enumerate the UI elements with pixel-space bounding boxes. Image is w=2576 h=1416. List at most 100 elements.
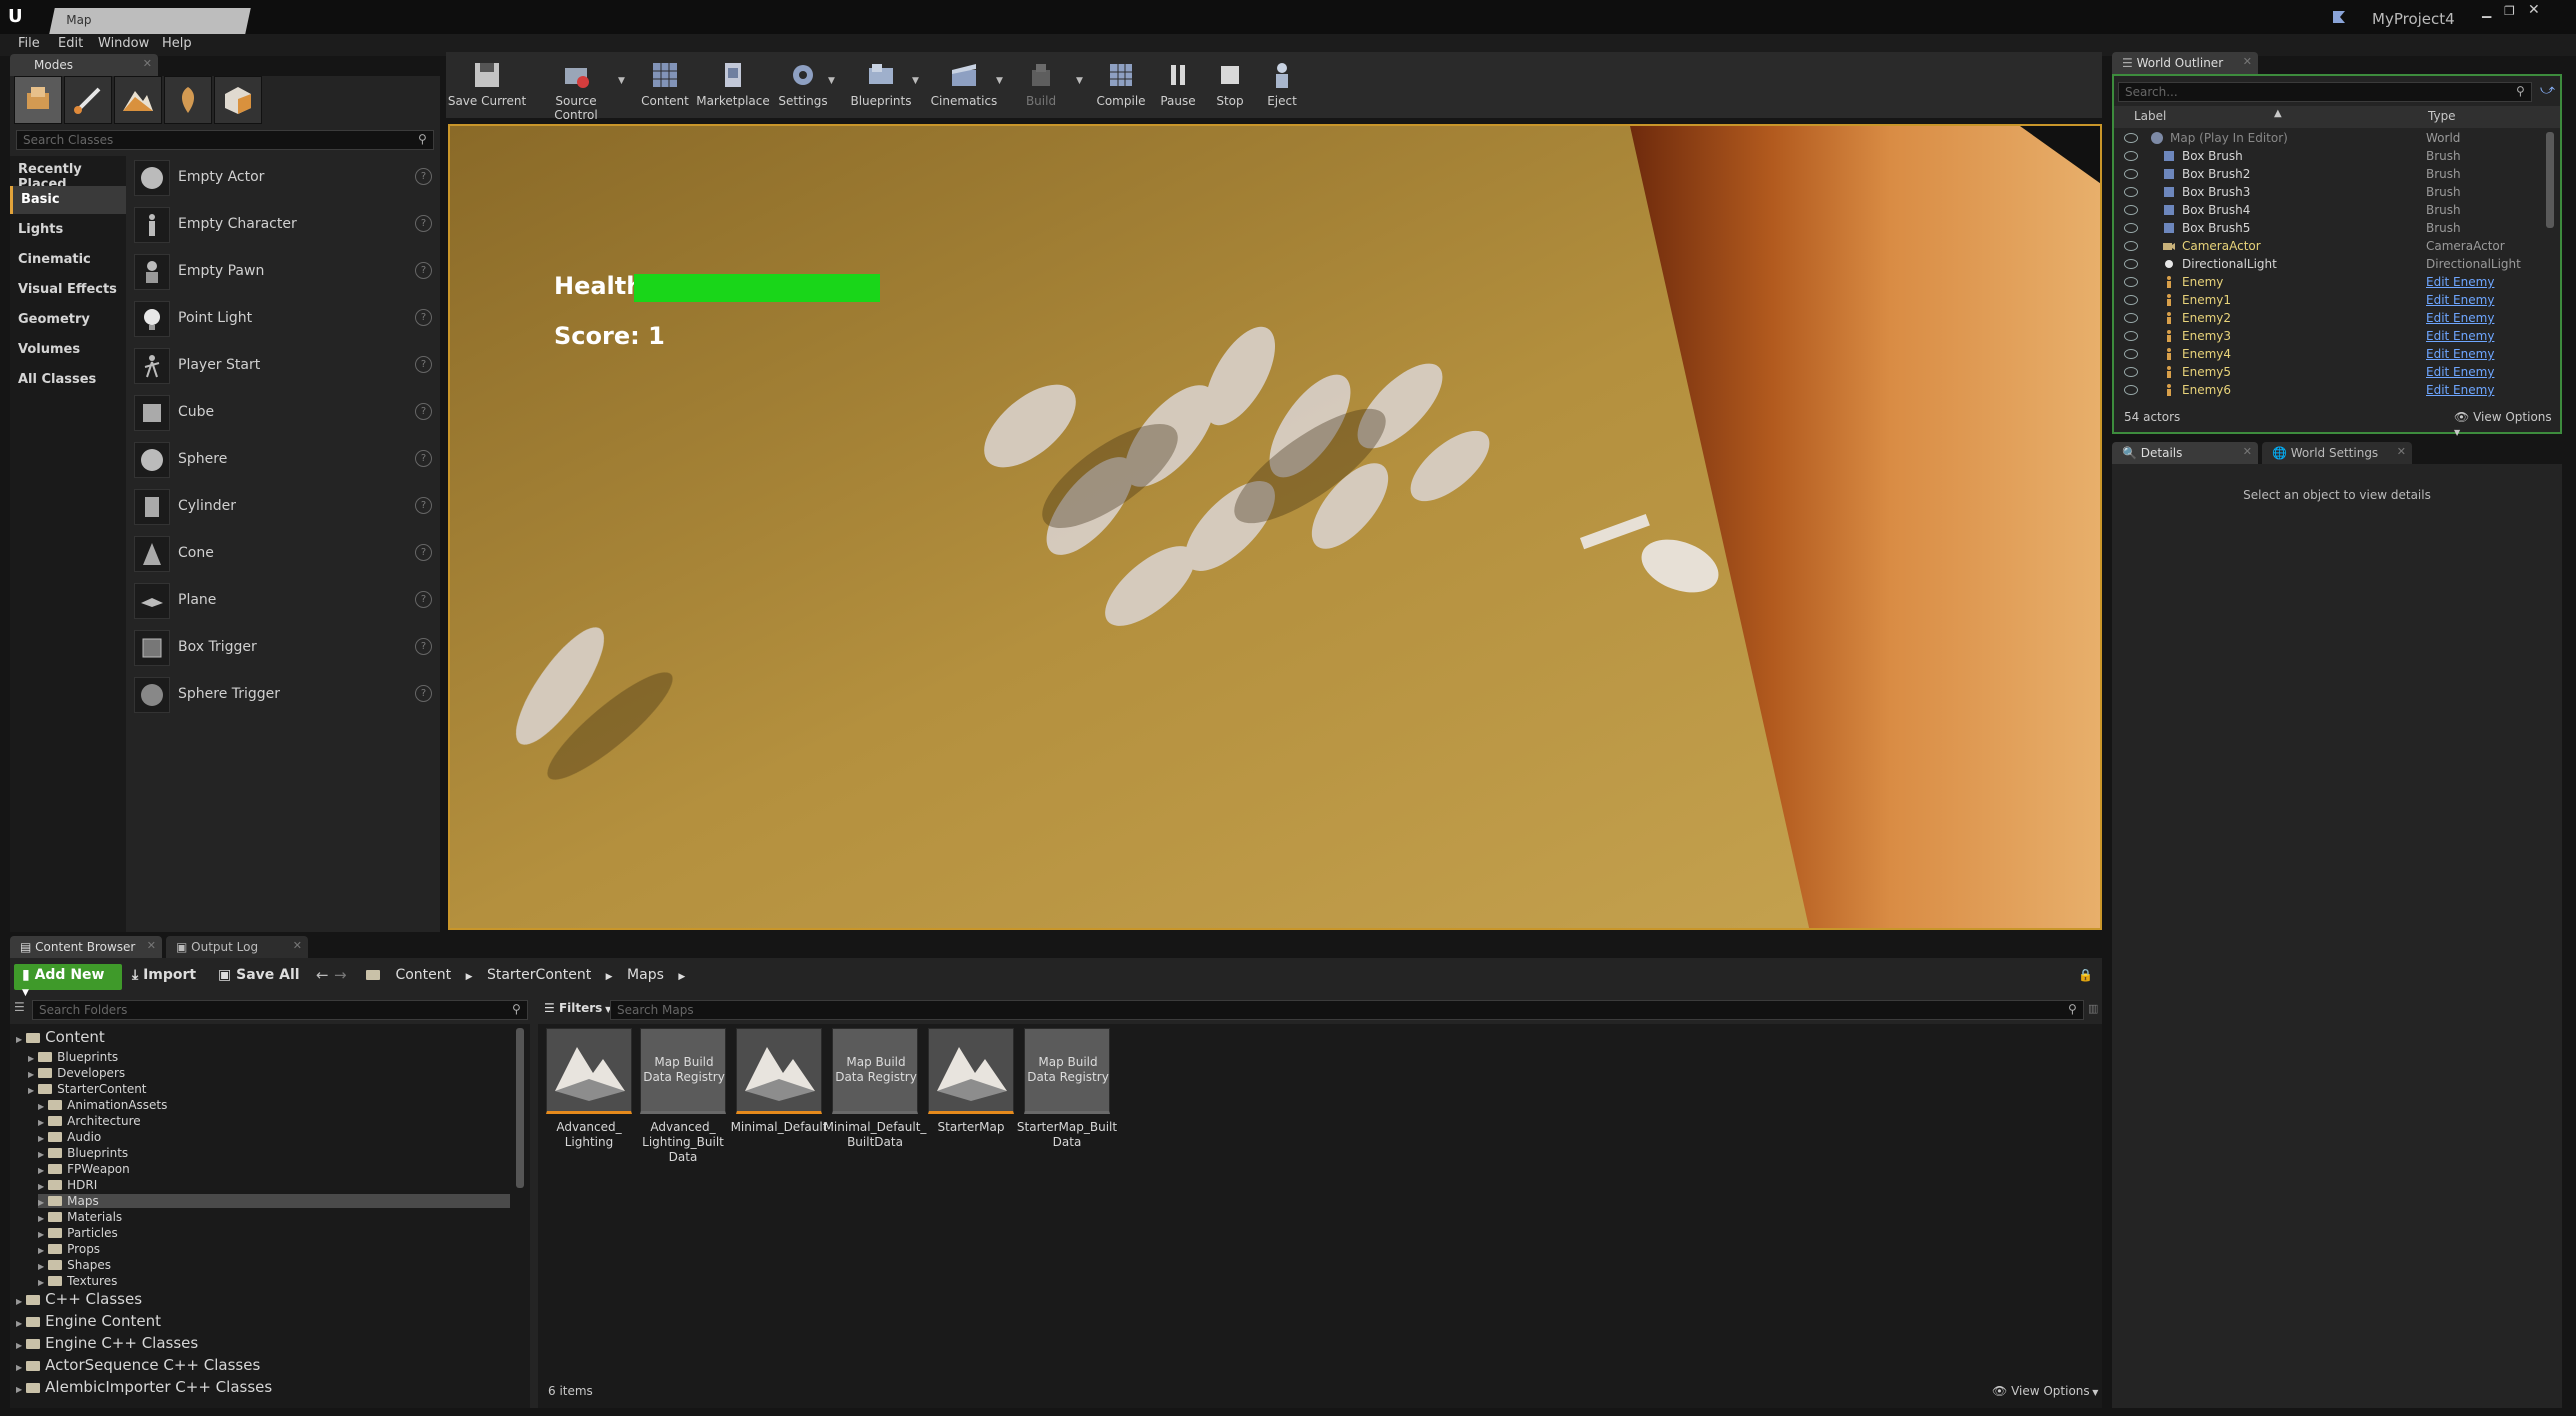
class-item-box-trigger[interactable]: Box Trigger? [130,624,440,671]
cinematics-button[interactable]: Cinematics [922,56,1006,114]
eye-icon[interactable] [2124,187,2138,197]
folder-tree-item[interactable]: ▶ Engine Content [16,1312,161,1330]
folder-tree-item[interactable]: ▶ Maps [38,1194,510,1208]
unreal-logo-icon[interactable]: U [8,6,30,28]
expand-arrow-icon[interactable]: ▶ [16,1297,22,1306]
category-lights[interactable]: Lights [10,216,126,244]
folder-tree-item[interactable]: ▶ Architecture [38,1114,141,1128]
edit-enemy-link[interactable]: Edit Enemy [2426,383,2494,397]
close-icon[interactable]: ✕ [2243,55,2252,68]
chevron-down-icon[interactable]: ▼ [912,76,919,86]
class-item-cube[interactable]: Cube? [130,389,440,436]
close-icon[interactable]: ✕ [147,939,156,952]
expand-arrow-icon[interactable]: ▶ [38,1246,44,1255]
asset-starter-map-builtdata[interactable]: Map Build Data Registry StarterMap_Built… [1017,1028,1117,1150]
outliner-row[interactable]: Box Brush2 Brush [2114,166,2554,184]
folder-tree-item[interactable]: ▶ Props [38,1242,100,1256]
eject-button[interactable]: Eject [1244,56,1320,114]
back-arrow-icon[interactable]: ← [316,966,329,984]
class-item-cylinder[interactable]: Cylinder? [130,483,440,530]
class-item-empty-character[interactable]: Empty Character? [130,201,440,248]
eye-icon[interactable] [2124,223,2138,233]
category-volumes[interactable]: Volumes [10,336,126,364]
chevron-down-icon[interactable]: ▼ [828,76,835,86]
outliner-row[interactable]: Box Brush4 Brush [2114,202,2554,220]
column-type[interactable]: Type [2428,109,2456,123]
place-mode-icon[interactable] [14,76,62,124]
outliner-row[interactable]: Enemy6 Edit Enemy [2114,382,2554,400]
expand-arrow-icon[interactable]: ▶ [38,1198,44,1207]
edit-enemy-link[interactable]: Edit Enemy [2426,365,2494,379]
eye-icon[interactable] [2124,151,2138,161]
category-all-classes[interactable]: All Classes [10,366,126,394]
expand-arrow-icon[interactable]: ▶ [38,1134,44,1143]
asset-minimal-default[interactable]: Minimal_Default [731,1028,827,1135]
eye-icon[interactable] [2124,385,2138,395]
expand-arrow-icon[interactable]: ▶ [38,1262,44,1271]
folder-tree-item[interactable]: ▶ Content [16,1028,105,1046]
folder-tree-item[interactable]: ▶ StarterContent [28,1082,147,1096]
category-cinematic[interactable]: Cinematic [10,246,126,274]
menu-window[interactable]: Window [98,36,149,51]
folder-tree-item[interactable]: ▶ HDRI [38,1178,97,1192]
outliner-row[interactable]: Box Brush Brush [2114,148,2554,166]
eye-icon[interactable] [2124,313,2138,323]
folder-tree-item[interactable]: ▶ Textures [38,1274,117,1288]
outliner-scrollbar[interactable] [2546,132,2554,228]
eye-icon[interactable] [2124,205,2138,215]
outliner-row[interactable]: DirectionalLight DirectionalLight [2114,256,2554,274]
help-icon[interactable]: ? [415,685,432,702]
asset-view-options-button[interactable]: 👁 View Options ▼ [1992,1384,2098,1398]
class-item-player-start[interactable]: Player Start? [130,342,440,389]
menu-edit[interactable]: Edit [58,36,83,51]
outliner-row[interactable]: Box Brush5 Brush [2114,220,2554,238]
breadcrumb-content[interactable]: Content [395,967,451,983]
close-icon[interactable]: ✕ [143,57,152,70]
expand-arrow-icon[interactable]: ▶ [38,1118,44,1127]
expand-arrow-icon[interactable]: ▶ [28,1054,34,1063]
column-label[interactable]: Label [2134,109,2166,123]
class-item-sphere-trigger[interactable]: Sphere Trigger? [130,671,440,718]
outliner-row[interactable]: Enemy4 Edit Enemy [2114,346,2554,364]
expand-arrow-icon[interactable]: ▶ [16,1035,22,1044]
outliner-row[interactable]: Enemy3 Edit Enemy [2114,328,2554,346]
expand-arrow-icon[interactable]: ▶ [38,1182,44,1191]
folder-tree-item[interactable]: ▶ Engine C++ Classes [16,1334,198,1352]
folder-tree-item[interactable]: ▶ Shapes [38,1258,111,1272]
folder-tree-scrollbar[interactable] [516,1028,524,1188]
expand-arrow-icon[interactable]: ▶ [38,1150,44,1159]
menu-file[interactable]: File [18,36,40,51]
outliner-row[interactable]: Enemy1 Edit Enemy [2114,292,2554,310]
outliner-row[interactable]: Enemy5 Edit Enemy [2114,364,2554,382]
folder-tree-item[interactable]: ▶ Blueprints [28,1050,118,1064]
help-icon[interactable]: ? [415,403,432,420]
save-current-button[interactable]: Save Current [446,56,528,114]
expand-arrow-icon[interactable]: ▶ [28,1070,34,1079]
eye-icon[interactable] [2124,295,2138,305]
folder-tree-item[interactable]: ▶ FPWeapon [38,1162,130,1176]
help-icon[interactable]: ? [415,356,432,373]
eye-icon[interactable] [2124,349,2138,359]
folder-tree-item[interactable]: ▶ Blueprints [38,1146,128,1160]
class-item-plane[interactable]: Plane? [130,577,440,624]
expand-arrow-icon[interactable]: ▶ [16,1341,22,1350]
menu-help[interactable]: Help [162,36,192,51]
breadcrumb-separator-icon[interactable]: ▶ [678,972,685,982]
help-icon[interactable]: ? [415,544,432,561]
breadcrumb-maps[interactable]: Maps [627,967,664,983]
forward-arrow-icon[interactable]: → [334,966,347,984]
maximize-button[interactable]: ❐ [2504,4,2522,18]
edit-enemy-link[interactable]: Edit Enemy [2426,275,2494,289]
add-new-button[interactable]: ▮ Add New ▼ [14,964,122,998]
search-classes-input[interactable]: Search Classes [16,130,434,150]
sources-toggle-icon[interactable]: ☰ [14,1000,30,1018]
foliage-mode-icon[interactable] [164,76,212,124]
outliner-row[interactable]: Enemy2 Edit Enemy [2114,310,2554,328]
folder-tree-item[interactable]: ▶ ActorSequence C++ Classes [16,1356,260,1374]
folder-tree-item[interactable]: ▶ AnimationAssets [38,1098,167,1112]
expand-arrow-icon[interactable]: ▶ [28,1086,34,1095]
geometry-mode-icon[interactable] [214,76,262,124]
close-icon[interactable]: ✕ [293,939,302,952]
asset-advanced-lighting-builtdata[interactable]: Map Build Data Registry Advanced_ Lighti… [640,1028,728,1165]
breadcrumb-starter-content[interactable]: StarterContent [487,967,591,983]
